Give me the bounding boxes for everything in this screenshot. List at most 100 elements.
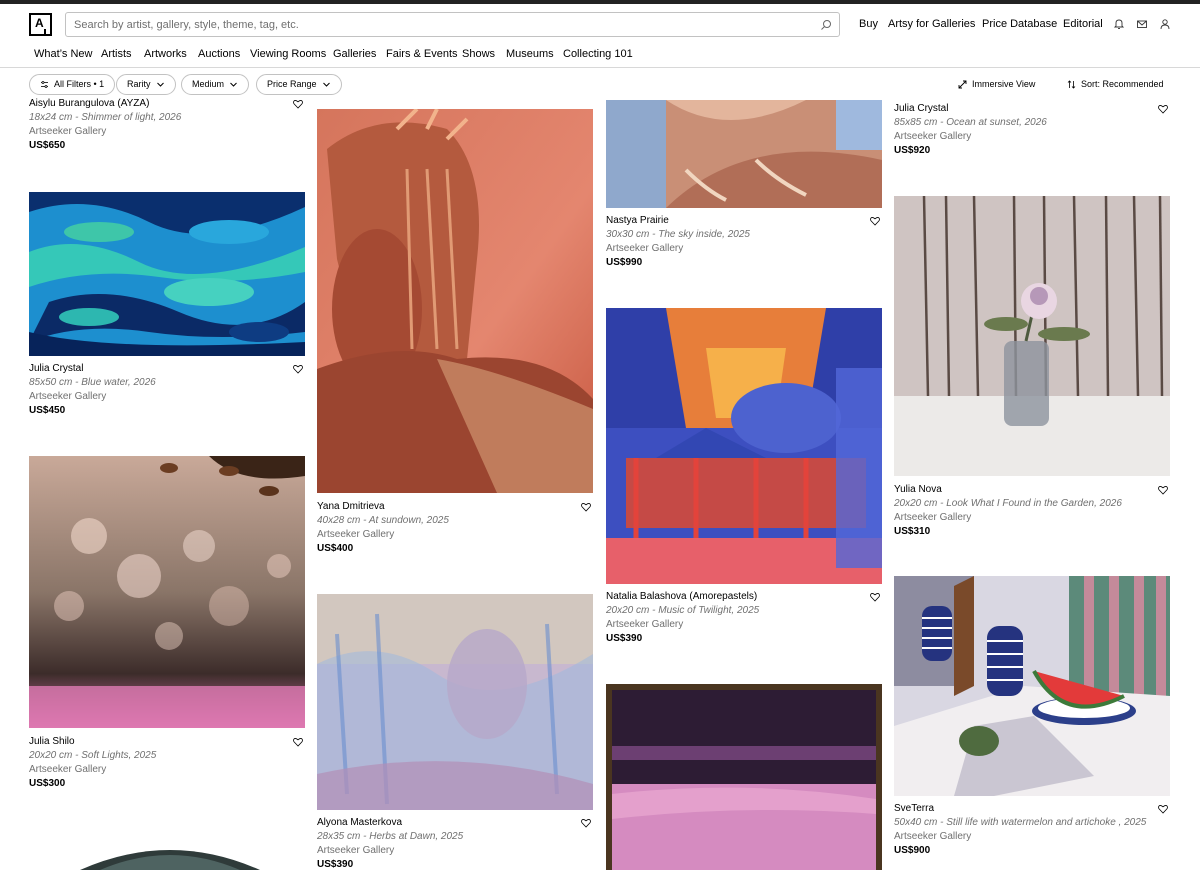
artwork-title[interactable]: 50x40 cm - Still life with watermelon an… bbox=[894, 816, 1170, 830]
artsy-logo[interactable]: A bbox=[29, 13, 52, 36]
sort-dropdown[interactable]: Sort: Recommended bbox=[1067, 78, 1164, 90]
artwork-gallery[interactable]: Artseeker Gallery bbox=[317, 844, 593, 858]
artwork-image[interactable] bbox=[606, 100, 882, 208]
heart-icon[interactable] bbox=[1158, 104, 1168, 114]
nav-auctions[interactable]: Auctions bbox=[198, 47, 240, 61]
artwork-price: US$990 bbox=[606, 257, 643, 268]
artwork-title[interactable]: 85x85 cm - Ocean at sunset, 2026 bbox=[894, 116, 1170, 130]
artwork-gallery[interactable]: Artseeker Gallery bbox=[894, 511, 1170, 525]
nav-viewing-rooms[interactable]: Viewing Rooms bbox=[250, 47, 326, 61]
artwork-watermelon-still-life bbox=[894, 576, 1170, 796]
artwork-artist[interactable]: Natalia Balashova (Amorepastels) bbox=[606, 590, 882, 604]
heart-icon[interactable] bbox=[1158, 485, 1168, 495]
price-database-link[interactable]: Price Database bbox=[982, 18, 1057, 30]
artsy-for-galleries-link[interactable]: Artsy for Galleries bbox=[888, 18, 975, 30]
artwork-gallery[interactable]: Artseeker Gallery bbox=[317, 528, 593, 542]
artwork-title[interactable]: 28x35 cm - Herbs at Dawn, 2025 bbox=[317, 830, 593, 844]
heart-icon[interactable] bbox=[293, 364, 303, 374]
artwork-gallery[interactable]: Artseeker Gallery bbox=[606, 618, 882, 632]
artwork-card-info[interactable]: Nastya Prairie 30x30 cm - The sky inside… bbox=[606, 214, 882, 270]
artwork-image[interactable] bbox=[317, 594, 593, 810]
rarity-dropdown[interactable]: Rarity bbox=[116, 74, 176, 95]
artwork-card-info[interactable]: Julia Crystal 85x50 cm - Blue water, 202… bbox=[29, 362, 305, 418]
artwork-image[interactable] bbox=[29, 456, 305, 728]
artwork-artist[interactable]: Aisylu Burangulova (AYZA) bbox=[29, 97, 305, 111]
artwork-gallery[interactable]: Artseeker Gallery bbox=[606, 242, 882, 256]
artwork-artist[interactable]: SveTerra bbox=[894, 802, 1170, 816]
artwork-card-info[interactable]: Natalia Balashova (Amorepastels) 20x20 c… bbox=[606, 590, 882, 646]
artwork-title[interactable]: 20x20 cm - Soft Lights, 2025 bbox=[29, 749, 305, 763]
artwork-gallery[interactable]: Artseeker Gallery bbox=[894, 130, 1170, 144]
artwork-title[interactable]: 85x50 cm - Blue water, 2026 bbox=[29, 376, 305, 390]
search-icon[interactable] bbox=[820, 19, 832, 31]
artwork-image[interactable] bbox=[606, 684, 882, 870]
artwork-card-info[interactable]: Yulia Nova 20x20 cm - Look What I Found … bbox=[894, 483, 1170, 539]
artwork-title[interactable]: 18x24 cm - Shimmer of light, 2026 bbox=[29, 111, 305, 125]
immersive-view-button[interactable]: Immersive View bbox=[958, 78, 1035, 90]
artwork-image[interactable] bbox=[894, 196, 1170, 476]
search-input[interactable]: Search by artist, gallery, style, theme,… bbox=[65, 12, 840, 37]
price-range-dropdown[interactable]: Price Range bbox=[256, 74, 342, 95]
artwork-card-info[interactable]: Aisylu Burangulova (AYZA) 18x24 cm - Shi… bbox=[29, 97, 305, 153]
artwork-gallery[interactable]: Artseeker Gallery bbox=[29, 763, 305, 777]
artwork-card-info[interactable]: Julia Crystal 85x85 cm - Ocean at sunset… bbox=[894, 102, 1170, 158]
all-filters-button[interactable]: All Filters • 1 bbox=[29, 74, 116, 95]
nav-artists[interactable]: Artists bbox=[101, 47, 132, 61]
user-icon[interactable] bbox=[1159, 18, 1171, 30]
nav-shows[interactable]: Shows bbox=[462, 47, 495, 61]
artwork-price: US$300 bbox=[29, 778, 66, 789]
price-range-label: Price Range bbox=[267, 79, 317, 89]
artwork-price: US$920 bbox=[894, 145, 931, 156]
chevron-down-icon bbox=[230, 82, 237, 87]
nav-artworks[interactable]: Artworks bbox=[144, 47, 187, 61]
buy-link[interactable]: Buy bbox=[859, 18, 878, 30]
nav-fairs-events[interactable]: Fairs & Events bbox=[386, 47, 458, 61]
artwork-image[interactable] bbox=[894, 576, 1170, 796]
heart-icon[interactable] bbox=[293, 99, 303, 109]
artwork-at-sundown bbox=[317, 109, 593, 493]
heart-icon[interactable] bbox=[581, 818, 591, 828]
nav-whats-new[interactable]: What’s New bbox=[34, 47, 92, 61]
artwork-artist[interactable]: Yulia Nova bbox=[894, 483, 1170, 497]
heart-icon[interactable] bbox=[870, 592, 880, 602]
artwork-image[interactable] bbox=[317, 109, 593, 493]
artwork-artist[interactable]: Julia Shilo bbox=[29, 735, 305, 749]
logo-mark bbox=[44, 29, 46, 35]
artwork-image[interactable] bbox=[80, 845, 260, 870]
artwork-image[interactable] bbox=[606, 308, 882, 584]
heart-icon[interactable] bbox=[581, 502, 591, 512]
artwork-gallery[interactable]: Artseeker Gallery bbox=[29, 125, 305, 139]
artwork-price: US$900 bbox=[894, 845, 931, 856]
artwork-card-info[interactable]: SveTerra 50x40 cm - Still life with wate… bbox=[894, 802, 1170, 858]
artwork-title[interactable]: 40x28 cm - At sundown, 2025 bbox=[317, 514, 593, 528]
artwork-gallery[interactable]: Artseeker Gallery bbox=[894, 830, 1170, 844]
heart-icon[interactable] bbox=[870, 216, 880, 226]
medium-dropdown[interactable]: Medium bbox=[181, 74, 250, 95]
artwork-artist[interactable]: Julia Crystal bbox=[29, 362, 305, 376]
bell-icon[interactable] bbox=[1113, 18, 1125, 30]
artwork-card-info[interactable]: Alyona Masterkova 28x35 cm - Herbs at Da… bbox=[317, 816, 593, 870]
artwork-artist[interactable]: Julia Crystal bbox=[894, 102, 1170, 116]
artwork-herbs-at-dawn bbox=[317, 594, 593, 810]
artwork-image[interactable] bbox=[29, 192, 305, 356]
nav-collecting-101[interactable]: Collecting 101 bbox=[563, 47, 633, 61]
artwork-artist[interactable]: Nastya Prairie bbox=[606, 214, 882, 228]
artwork-price: US$390 bbox=[317, 859, 354, 870]
logo-letter: A bbox=[35, 16, 44, 30]
nav-galleries[interactable]: Galleries bbox=[333, 47, 376, 61]
artwork-card-info[interactable]: Julia Shilo 20x20 cm - Soft Lights, 2025… bbox=[29, 735, 305, 791]
artwork-title[interactable]: 20x20 cm - Music of Twilight, 2025 bbox=[606, 604, 882, 618]
artwork-gallery[interactable]: Artseeker Gallery bbox=[29, 390, 305, 404]
sort-icon bbox=[1067, 79, 1076, 89]
editorial-link[interactable]: Editorial bbox=[1063, 18, 1103, 30]
heart-icon[interactable] bbox=[293, 737, 303, 747]
artwork-title[interactable]: 30x30 cm - The sky inside, 2025 bbox=[606, 228, 882, 242]
nav-museums[interactable]: Museums bbox=[506, 47, 554, 61]
artwork-card-info[interactable]: Yana Dmitrieva 40x28 cm - At sundown, 20… bbox=[317, 500, 593, 556]
mail-icon[interactable] bbox=[1136, 18, 1148, 30]
artwork-title[interactable]: 20x20 cm - Look What I Found in the Gard… bbox=[894, 497, 1170, 511]
artwork-artist[interactable]: Yana Dmitrieva bbox=[317, 500, 593, 514]
artwork-price: US$650 bbox=[29, 140, 66, 151]
heart-icon[interactable] bbox=[1158, 804, 1168, 814]
artwork-artist[interactable]: Alyona Masterkova bbox=[317, 816, 593, 830]
